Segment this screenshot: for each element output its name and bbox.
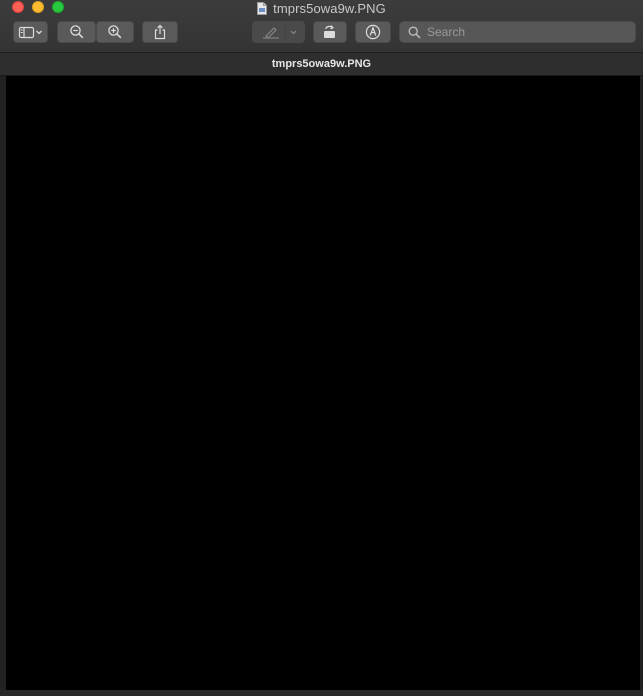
search-field[interactable] bbox=[399, 21, 636, 43]
zoom-in-button[interactable] bbox=[96, 21, 134, 43]
sidebar-icon bbox=[18, 26, 42, 39]
image-canvas[interactable] bbox=[6, 76, 640, 690]
document-icon bbox=[257, 1, 268, 15]
zoom-in-icon bbox=[108, 25, 122, 39]
rotate-button[interactable] bbox=[313, 21, 347, 43]
window-title-text: tmprs5owa9w.PNG bbox=[273, 0, 386, 16]
markup-button[interactable] bbox=[355, 21, 391, 43]
bottom-edge bbox=[0, 690, 643, 696]
share-button[interactable] bbox=[142, 21, 178, 43]
rotate-icon bbox=[324, 25, 335, 38]
zoom-out-button[interactable] bbox=[57, 21, 96, 43]
window-title: tmprs5owa9w.PNG bbox=[0, 0, 643, 16]
search-icon bbox=[408, 26, 421, 39]
document-header: tmprs5owa9w.PNG bbox=[0, 53, 643, 76]
markup-icon bbox=[365, 24, 381, 40]
sidebar-toggle-button[interactable] bbox=[13, 21, 48, 43]
search-input[interactable] bbox=[427, 25, 617, 39]
zoom-out-icon bbox=[69, 25, 83, 39]
highlight-button[interactable] bbox=[252, 21, 305, 43]
toolbar: tmprs5owa9w.PNG bbox=[0, 0, 643, 53]
preview-window: tmprs5owa9w.PNG Search tmprs5owa9w.PNG bbox=[0, 0, 643, 696]
share-icon bbox=[154, 24, 166, 40]
document-header-title: tmprs5owa9w.PNG bbox=[271, 58, 372, 70]
pen-icon bbox=[262, 26, 296, 39]
